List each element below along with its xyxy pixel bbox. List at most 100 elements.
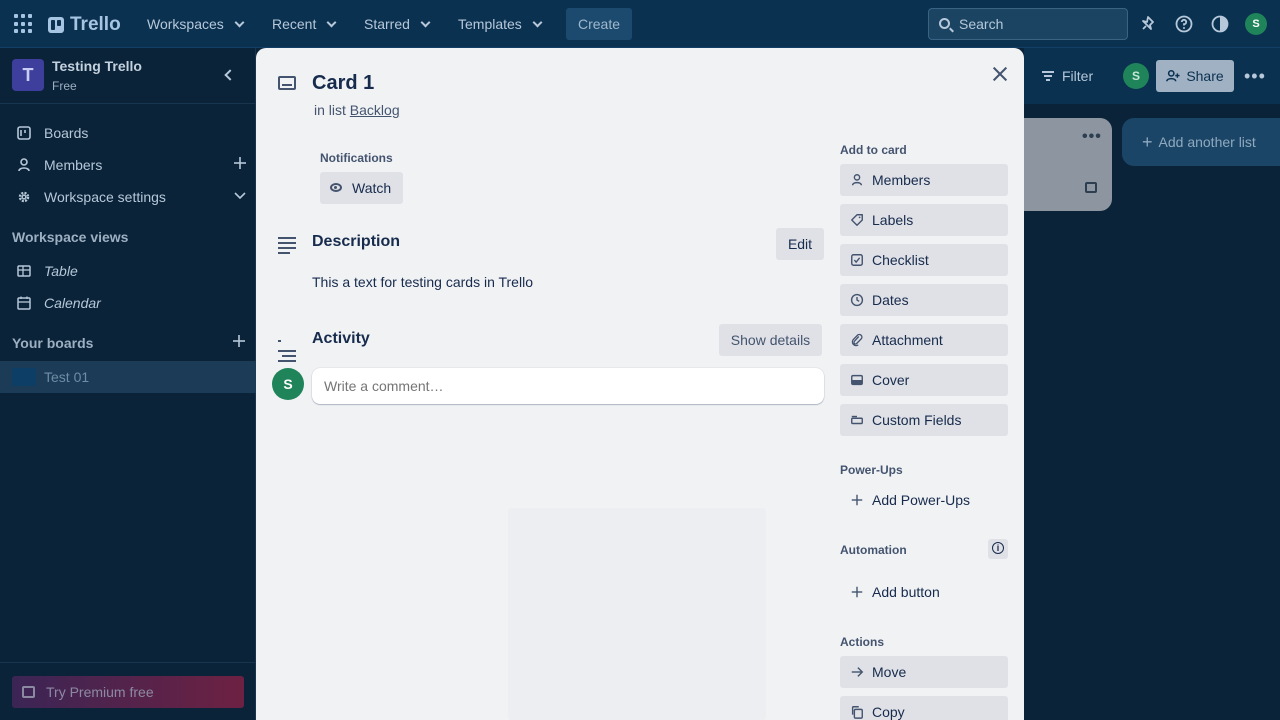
- account-avatar[interactable]: S: [1245, 13, 1267, 35]
- card-template-icon[interactable]: [1085, 182, 1097, 193]
- list-backlog: •••: [1024, 118, 1112, 211]
- plus-icon: +: [1142, 131, 1153, 152]
- sidebar-item-label: Table: [44, 263, 78, 279]
- chevron-down-icon: [326, 17, 337, 27]
- gift-icon: [22, 686, 35, 698]
- sidebar-item-calendar[interactable]: Calendar: [0, 287, 256, 319]
- clock-icon: [850, 293, 864, 307]
- gear-icon: [18, 191, 30, 203]
- paperclip-icon: [850, 333, 864, 347]
- share-label: Share: [1186, 68, 1224, 84]
- list-menu-icon[interactable]: •••: [1082, 128, 1102, 146]
- your-boards-label: Your boards: [12, 335, 94, 351]
- in-list-prefix: in list: [314, 102, 346, 118]
- templates-menu[interactable]: Templates: [448, 8, 551, 40]
- attachment-button[interactable]: Attachment: [840, 324, 1008, 356]
- sidebar-item-label: Workspace settings: [44, 189, 166, 205]
- description-icon: [278, 237, 298, 254]
- sidebar-item-boards[interactable]: Boards: [0, 117, 256, 149]
- theme-toggle-icon[interactable]: [1210, 14, 1230, 34]
- add-another-list-button[interactable]: + Add another list: [1122, 118, 1280, 166]
- board-thumbnail: [12, 368, 36, 386]
- watch-button[interactable]: Watch: [320, 172, 403, 204]
- arrow-right-icon: [850, 665, 864, 679]
- workspaces-menu-label: Workspaces: [147, 16, 224, 32]
- card-list-info: in list Backlog: [314, 102, 400, 118]
- sidebar-item-members[interactable]: Members: [0, 149, 256, 181]
- share-button[interactable]: Share: [1156, 60, 1234, 92]
- dates-button[interactable]: Dates: [840, 284, 1008, 316]
- info-icon[interactable]: [988, 539, 1008, 559]
- side-button-label: Move: [872, 664, 907, 680]
- top-navigation: Trello Workspaces Recent Starred Templat…: [0, 0, 1280, 48]
- side-button-label: Members: [872, 172, 931, 188]
- workspace-logo: T: [12, 59, 44, 91]
- labels-button[interactable]: Labels: [840, 204, 1008, 236]
- checklist-icon: [850, 253, 864, 267]
- sidebar-item-label: Members: [44, 157, 103, 173]
- trello-logo[interactable]: Trello: [48, 14, 121, 36]
- logo-text: Trello: [70, 14, 121, 35]
- workspace-name[interactable]: Testing Trello: [52, 58, 142, 74]
- description-text[interactable]: This a text for testing cards in Trello: [312, 274, 533, 290]
- try-premium-button[interactable]: Try Premium free: [12, 676, 244, 708]
- avatar: S: [272, 368, 304, 400]
- card-detail-modal: Card 1 in list Backlog Notifications Wat…: [256, 48, 1024, 720]
- show-details-button[interactable]: Show details: [719, 324, 822, 356]
- close-icon[interactable]: [988, 62, 1012, 86]
- plus-icon: [850, 585, 864, 599]
- list-link[interactable]: Backlog: [350, 102, 400, 118]
- search-placeholder: Search: [959, 16, 1004, 32]
- share-icon: [1166, 69, 1180, 82]
- workspaces-menu[interactable]: Workspaces: [137, 8, 253, 40]
- move-button[interactable]: Move: [840, 656, 1008, 688]
- side-button-label: Cover: [872, 372, 910, 388]
- create-button[interactable]: Create: [566, 8, 632, 40]
- card-title[interactable]: Card 1: [312, 72, 374, 95]
- recent-menu-label: Recent: [272, 16, 317, 32]
- add-power-ups-button[interactable]: Add Power-Ups: [840, 484, 1008, 516]
- plus-icon: [850, 493, 864, 507]
- workspace-plan: Free: [52, 79, 77, 93]
- eye-icon: [330, 183, 342, 192]
- starred-menu[interactable]: Starred: [354, 8, 439, 40]
- filter-button[interactable]: Filter: [1042, 60, 1093, 92]
- add-member-icon[interactable]: [232, 155, 248, 171]
- add-button-button[interactable]: Add button: [840, 576, 1008, 608]
- checklist-button[interactable]: Checklist: [840, 244, 1008, 276]
- side-button-label: Checklist: [872, 252, 929, 268]
- side-button-label: Labels: [872, 212, 914, 228]
- app-switcher-icon[interactable]: [14, 14, 34, 34]
- filter-label: Filter: [1062, 68, 1094, 84]
- sidebar-item-workspace-settings[interactable]: Workspace settings: [0, 181, 256, 213]
- custom-fields-button[interactable]: Custom Fields: [840, 404, 1008, 436]
- add-list-label: Add another list: [1158, 134, 1256, 150]
- trello-logo-icon: [48, 17, 64, 33]
- calendar-icon: [17, 296, 31, 310]
- workspace-header: T Testing Trello Free: [0, 48, 256, 104]
- cover-button[interactable]: Cover: [840, 364, 1008, 396]
- card-icon: [278, 76, 296, 90]
- chevron-down-icon: [420, 17, 431, 27]
- tag-icon: [850, 213, 864, 227]
- recent-menu[interactable]: Recent: [262, 8, 345, 40]
- copy-icon: [850, 705, 864, 719]
- help-icon[interactable]: [1174, 14, 1194, 34]
- more-options-icon[interactable]: •••: [1244, 66, 1266, 87]
- board-member-avatar[interactable]: S: [1123, 63, 1149, 89]
- add-board-icon[interactable]: [231, 333, 247, 349]
- person-icon: [850, 173, 864, 187]
- edit-description-button[interactable]: Edit: [776, 228, 824, 260]
- chevron-down-icon[interactable]: [232, 187, 248, 203]
- notifications-icon[interactable]: [1138, 14, 1158, 34]
- sidebar-item-table[interactable]: Table: [0, 255, 256, 287]
- members-button[interactable]: Members: [840, 164, 1008, 196]
- search-input[interactable]: Search: [928, 8, 1128, 40]
- add-to-card-heading: Add to card: [840, 143, 907, 157]
- sidebar-board-test-01[interactable]: Test 01: [0, 361, 256, 393]
- copy-button[interactable]: Copy: [840, 696, 1008, 720]
- side-button-label: Add Power-Ups: [872, 492, 971, 508]
- comment-input[interactable]: [312, 368, 824, 404]
- collapse-sidebar-icon[interactable]: [224, 69, 236, 81]
- divider: [0, 662, 256, 663]
